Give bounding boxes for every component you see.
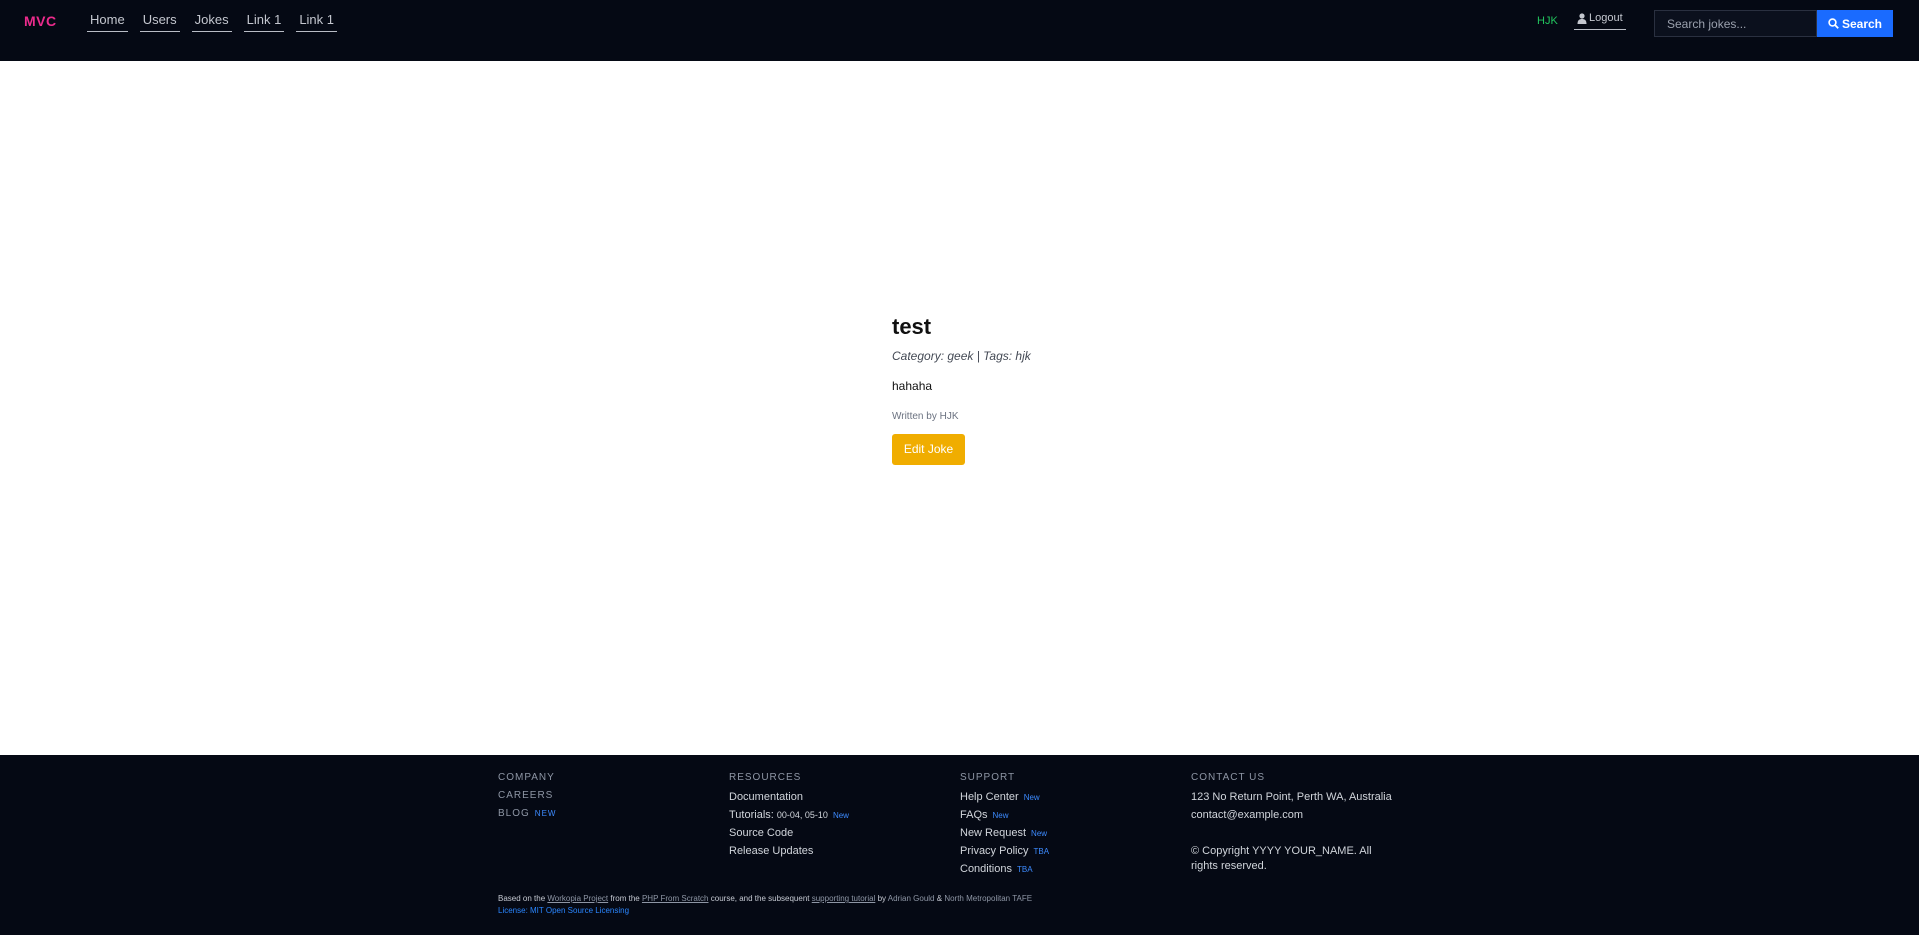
logout-button[interactable]: Logout: [1574, 12, 1626, 30]
new-request-label: New Request: [960, 827, 1027, 839]
new-badge: New: [992, 811, 1009, 820]
footer-link-careers[interactable]: CAREERS: [498, 790, 556, 808]
footer-heading-resources: RESOURCES: [729, 772, 802, 783]
footer-link-help-center[interactable]: Help Center New: [960, 790, 1049, 808]
footer-company: COMPANY CAREERS BLOG NEW: [498, 772, 556, 826]
nav-home[interactable]: Home: [87, 12, 128, 32]
credits-text: course, and the subsequent: [710, 894, 810, 903]
credits-text: by: [877, 894, 887, 903]
footer-link-release-updates[interactable]: Release Updates: [729, 844, 849, 862]
footer-tutorials: Tutorials: 00-04, 05-10 New: [729, 808, 849, 826]
privacy-policy-label: Privacy Policy: [960, 845, 1029, 857]
tba-badge: TBA: [1016, 865, 1033, 874]
logout-label: Logout: [1589, 12, 1623, 24]
nav-users[interactable]: Users: [139, 12, 180, 32]
copyright-notice: © Copyright YYYY YOUR_NAME. All rights r…: [1191, 845, 1372, 872]
credits-org: North Metropolitan TAFE: [944, 894, 1033, 903]
footer-contact: CONTACT US 123 No Return Point, Perth WA…: [1191, 772, 1401, 874]
search-button-label: Search: [1841, 16, 1883, 31]
footer-link-privacy-policy[interactable]: Privacy Policy TBA: [960, 844, 1049, 862]
search-icon: [1828, 18, 1839, 29]
footer-link-new-request[interactable]: New Request New: [960, 826, 1049, 844]
footer-link-documentation[interactable]: Documentation: [729, 790, 849, 808]
footer-resources: RESOURCES Documentation Tutorials: 00-04…: [729, 772, 849, 862]
edit-joke-button[interactable]: Edit Joke: [892, 434, 965, 465]
footer-heading-contact: CONTACT US: [1191, 772, 1266, 783]
credits-line: Based on the Workopia Project from the P…: [498, 893, 1032, 905]
footer-link-conditions[interactable]: Conditions TBA: [960, 862, 1049, 880]
credits-amp: &: [936, 894, 943, 903]
search-button[interactable]: Search: [1817, 10, 1893, 37]
nav-link-1-second[interactable]: Link 1: [296, 12, 338, 32]
footer-link-company[interactable]: COMPANY: [498, 772, 556, 790]
credits-author: Adrian Gould: [887, 894, 935, 903]
help-center-label: Help Center: [960, 791, 1019, 803]
footer-credits: Based on the Workopia Project from the P…: [498, 893, 1032, 917]
top-navbar: MVC Home Users Jokes Link 1 Link 1 HJK L…: [0, 0, 1919, 61]
nav-link-1[interactable]: Link 1: [243, 12, 285, 32]
footer-support: SUPPORT Help Center New FAQs New New Reque…: [960, 772, 1049, 880]
tutorials-label: Tutorials:: [729, 809, 774, 821]
new-badge: New: [1023, 793, 1040, 802]
brand-logo[interactable]: MVC: [24, 13, 57, 29]
footer-link-source-code[interactable]: Source Code: [729, 826, 849, 844]
main-nav: Home Users Jokes Link 1 Link 1: [87, 12, 349, 32]
search-form: Search: [1654, 10, 1893, 37]
joke-title: test: [892, 314, 932, 339]
tutorials-links[interactable]: 00-04, 05-10: [777, 810, 828, 820]
user-icon: [1577, 12, 1587, 24]
footer-link-blog[interactable]: BLOG NEW: [498, 808, 556, 826]
footer-link-faqs[interactable]: FAQs New: [960, 808, 1049, 826]
joke-meta: Category: geek | Tags: hjk: [892, 349, 1031, 363]
joke-author: Written by HJK: [892, 411, 959, 422]
contact-address: 123 No Return Point, Perth WA, Australia: [1191, 791, 1392, 803]
faqs-label: FAQs: [960, 809, 988, 821]
php-from-scratch-link[interactable]: PHP From Scratch: [642, 894, 709, 903]
joke-detail: test Category: geek | Tags: hjk hahaha W…: [892, 314, 1292, 465]
footer-heading-support: SUPPORT: [960, 772, 1016, 783]
license-link[interactable]: License: MIT Open Source Licensing: [498, 905, 1032, 917]
tba-badge: TBA: [1033, 847, 1050, 856]
credits-text: Based on the: [498, 894, 546, 903]
workopia-link[interactable]: Workopia Project: [547, 894, 608, 903]
new-badge: New: [1031, 829, 1048, 838]
credits-text: from the: [610, 894, 640, 903]
contact-email[interactable]: contact@example.com: [1191, 808, 1401, 826]
search-input[interactable]: [1654, 10, 1817, 37]
joke-body: hahaha: [892, 379, 933, 393]
supporting-tutorial-link[interactable]: supporting tutorial: [812, 894, 876, 903]
footer-link-blog-label: BLOG: [498, 808, 530, 819]
new-badge: New: [832, 811, 849, 820]
conditions-label: Conditions: [960, 863, 1012, 875]
new-badge: NEW: [534, 809, 557, 818]
current-user-name: HJK: [1537, 15, 1558, 27]
nav-jokes[interactable]: Jokes: [191, 12, 232, 32]
